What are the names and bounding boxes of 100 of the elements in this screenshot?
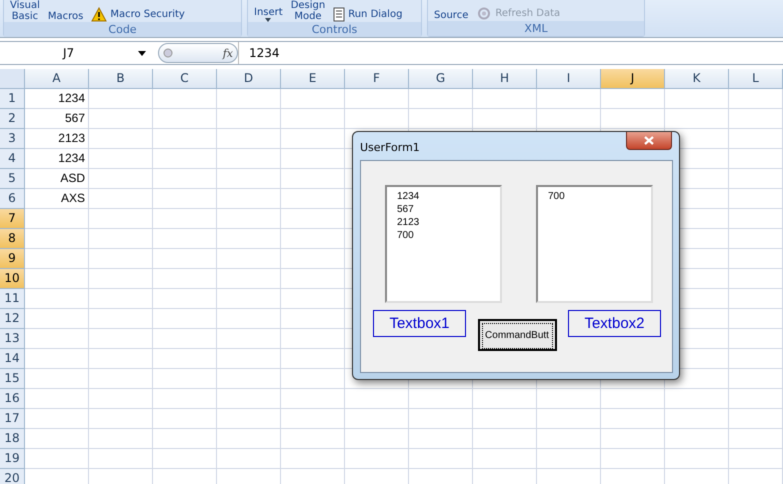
list-item[interactable]: 567 xyxy=(397,203,500,216)
row-header[interactable]: 19 xyxy=(0,449,25,469)
table-cell[interactable] xyxy=(729,349,783,369)
table-cell[interactable] xyxy=(729,409,783,429)
table-cell[interactable] xyxy=(409,389,473,409)
table-cell[interactable] xyxy=(281,429,345,449)
table-cell[interactable] xyxy=(409,429,473,449)
table-cell[interactable] xyxy=(729,209,783,229)
row-header[interactable]: 6 xyxy=(0,189,25,209)
column-header[interactable]: L xyxy=(729,69,783,89)
table-cell[interactable] xyxy=(345,409,409,429)
table-cell[interactable] xyxy=(729,129,783,149)
row-header[interactable]: 20 xyxy=(0,469,25,484)
table-cell[interactable] xyxy=(601,89,665,109)
table-cell[interactable] xyxy=(473,89,537,109)
table-cell[interactable] xyxy=(217,89,281,109)
row-header[interactable]: 10 xyxy=(0,269,25,289)
table-cell[interactable] xyxy=(281,89,345,109)
table-cell[interactable] xyxy=(153,329,217,349)
table-cell[interactable] xyxy=(665,109,729,129)
table-cell[interactable] xyxy=(409,109,473,129)
row-header[interactable]: 11 xyxy=(0,289,25,309)
table-cell[interactable] xyxy=(281,289,345,309)
table-cell[interactable] xyxy=(345,389,409,409)
row-header[interactable]: 13 xyxy=(0,329,25,349)
table-cell[interactable] xyxy=(729,89,783,109)
table-cell[interactable] xyxy=(601,389,665,409)
table-cell[interactable] xyxy=(409,449,473,469)
table-cell[interactable] xyxy=(89,169,153,189)
table-cell[interactable] xyxy=(153,269,217,289)
table-cell[interactable] xyxy=(665,429,729,449)
column-header[interactable]: I xyxy=(537,69,601,89)
table-cell[interactable] xyxy=(89,209,153,229)
table-cell[interactable] xyxy=(153,249,217,269)
table-cell[interactable] xyxy=(281,449,345,469)
column-header[interactable]: D xyxy=(217,69,281,89)
close-button[interactable] xyxy=(626,132,672,150)
table-cell[interactable] xyxy=(153,369,217,389)
table-cell[interactable] xyxy=(217,269,281,289)
row-header[interactable]: 15 xyxy=(0,369,25,389)
table-cell[interactable] xyxy=(281,129,345,149)
table-cell[interactable] xyxy=(217,109,281,129)
table-cell[interactable] xyxy=(25,349,89,369)
table-cell[interactable] xyxy=(89,149,153,169)
table-cell[interactable] xyxy=(729,369,783,389)
table-cell[interactable] xyxy=(217,409,281,429)
table-cell[interactable] xyxy=(665,409,729,429)
table-cell[interactable] xyxy=(89,289,153,309)
table-cell[interactable] xyxy=(25,229,89,249)
row-header[interactable]: 12 xyxy=(0,309,25,329)
table-cell[interactable] xyxy=(729,449,783,469)
table-cell[interactable] xyxy=(217,349,281,369)
table-cell[interactable] xyxy=(217,389,281,409)
table-cell[interactable]: 2123 xyxy=(25,129,89,149)
table-cell[interactable] xyxy=(601,409,665,429)
table-cell[interactable] xyxy=(729,189,783,209)
row-header[interactable]: 17 xyxy=(0,409,25,429)
table-cell[interactable] xyxy=(473,109,537,129)
column-header[interactable]: A xyxy=(25,69,89,89)
row-header[interactable]: 1 xyxy=(0,89,25,109)
table-cell[interactable] xyxy=(729,249,783,269)
row-header[interactable]: 16 xyxy=(0,389,25,409)
table-cell[interactable] xyxy=(281,409,345,429)
table-cell[interactable] xyxy=(281,109,345,129)
table-cell[interactable] xyxy=(153,289,217,309)
table-cell[interactable] xyxy=(729,289,783,309)
table-cell[interactable] xyxy=(729,229,783,249)
table-cell[interactable] xyxy=(153,229,217,249)
table-cell[interactable] xyxy=(25,269,89,289)
select-all-button[interactable] xyxy=(0,69,25,89)
table-cell[interactable] xyxy=(25,329,89,349)
table-cell[interactable] xyxy=(217,189,281,209)
table-cell[interactable] xyxy=(89,269,153,289)
table-cell[interactable]: 567 xyxy=(25,109,89,129)
row-header[interactable]: 4 xyxy=(0,149,25,169)
table-cell[interactable] xyxy=(153,389,217,409)
ribbon-button[interactable]: Source xyxy=(434,10,468,21)
table-cell[interactable] xyxy=(89,229,153,249)
table-cell[interactable] xyxy=(729,109,783,129)
table-cell[interactable] xyxy=(153,449,217,469)
table-cell[interactable] xyxy=(153,209,217,229)
table-cell[interactable] xyxy=(217,129,281,149)
table-cell[interactable] xyxy=(281,269,345,289)
table-cell[interactable] xyxy=(537,389,601,409)
table-cell[interactable] xyxy=(89,129,153,149)
list-item[interactable]: 1234 xyxy=(397,190,500,203)
insert-function-button[interactable]: fx xyxy=(222,46,233,60)
table-cell[interactable] xyxy=(89,249,153,269)
table-cell[interactable] xyxy=(281,169,345,189)
table-cell[interactable] xyxy=(89,309,153,329)
column-header[interactable]: C xyxy=(153,69,217,89)
column-header[interactable]: J xyxy=(601,69,665,89)
table-cell[interactable] xyxy=(281,349,345,369)
table-cell[interactable] xyxy=(153,169,217,189)
column-header[interactable]: K xyxy=(665,69,729,89)
ribbon-button[interactable]: Visual Basic xyxy=(10,0,40,22)
table-cell[interactable] xyxy=(25,449,89,469)
table-cell[interactable] xyxy=(89,409,153,429)
table-cell[interactable] xyxy=(25,429,89,449)
command-button[interactable]: CommandButt xyxy=(478,319,556,351)
